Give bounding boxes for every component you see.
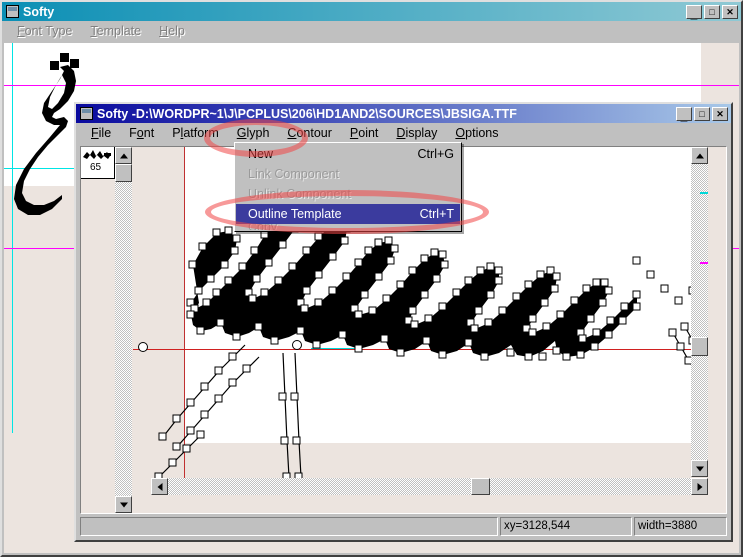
status-bar: xy=3128,544 width=3880: [80, 517, 727, 536]
minimize-button[interactable]: _: [676, 106, 692, 123]
scroll-up-button[interactable]: [691, 147, 708, 164]
menu-option-outline-template-label: Outline Template: [248, 207, 342, 221]
menu-option-new-label: New: [248, 147, 274, 161]
menu-item-options[interactable]: Options: [446, 125, 507, 141]
triangle-down-icon: [119, 502, 128, 507]
triangle-right-icon: [697, 482, 702, 491]
menu-option-new-shortcut: Ctrl+G: [417, 147, 454, 161]
minimize-button[interactable]: _: [686, 4, 702, 21]
scrollbar-thumb[interactable]: [691, 337, 708, 356]
scroll-up-button[interactable]: [115, 147, 132, 164]
menu-item-glyph[interactable]: Glyph: [228, 125, 279, 141]
scrollbar-thumb[interactable]: [115, 164, 132, 182]
guide-line-cyan-vertical: [12, 43, 13, 433]
triangle-left-icon: [157, 482, 162, 491]
close-button[interactable]: ✕: [712, 106, 728, 121]
glyph-thumbnail[interactable]: 65: [81, 147, 115, 179]
menu-item-help[interactable]: Help: [150, 23, 194, 39]
scroll-left-button[interactable]: [151, 478, 168, 495]
menu-option-copy-label: Copy: [248, 224, 277, 230]
canvas-vertical-scrollbar[interactable]: [691, 147, 708, 477]
menu-item-template[interactable]: Template: [81, 23, 150, 39]
status-message: [80, 517, 498, 536]
menu-item-point[interactable]: Point: [341, 125, 388, 141]
triangle-up-icon: [695, 153, 704, 158]
outer-window-controls: _ □ ✕: [686, 4, 738, 21]
menu-option-unlink-component[interactable]: Unlink Component: [236, 184, 460, 204]
window-icon: [6, 5, 19, 18]
menu-item-font-type[interactable]: FFont Typeont Type: [8, 23, 81, 39]
minimize-icon: _: [690, 6, 698, 21]
maximize-button[interactable]: □: [704, 4, 720, 19]
close-icon: ✕: [716, 108, 724, 119]
inner-titlebar: Softy -D:\WORDPR~1\J\PCPLUS\206\HD1AND2\…: [76, 104, 731, 123]
selected-contour-segment: [311, 348, 359, 349]
scroll-down-button[interactable]: [691, 460, 708, 477]
guide-line-baseline: [133, 349, 708, 350]
maximize-icon: □: [709, 6, 715, 17]
scrollbar-marker-cyan: [700, 192, 708, 194]
menu-option-new[interactable]: New Ctrl+G: [236, 144, 460, 164]
glyph-dropdown-menu[interactable]: New Ctrl+G Link Component Unlink Compone…: [234, 142, 462, 232]
outer-window-title: Softy: [23, 4, 55, 19]
menu-option-link-component[interactable]: Link Component: [236, 164, 460, 184]
triangle-up-icon: [119, 153, 128, 158]
menu-item-font[interactable]: Font: [120, 125, 163, 141]
scroll-right-button[interactable]: [691, 478, 708, 495]
outer-titlebar: Softy _ □ ✕: [2, 2, 741, 21]
scrollbar-marker-magenta: [700, 262, 708, 264]
menu-item-display[interactable]: Display: [387, 125, 446, 141]
menu-option-copy[interactable]: Copy: [236, 224, 460, 230]
guide-line-magenta-top: [4, 85, 739, 86]
window-icon: [80, 107, 93, 120]
maximize-button[interactable]: □: [694, 106, 710, 121]
maximize-icon: □: [699, 108, 705, 119]
minimize-icon: _: [680, 108, 688, 123]
menu-item-file[interactable]: File: [82, 125, 120, 141]
outer-window-softy: Softy _ □ ✕ FFont Typeont Type Template …: [0, 0, 743, 557]
close-button[interactable]: ✕: [722, 4, 738, 19]
inner-menubar: File Font Platform Glyph Contour Point D…: [76, 123, 731, 143]
close-icon: ✕: [726, 6, 734, 17]
triangle-down-icon: [695, 466, 704, 471]
canvas-horizontal-scrollbar[interactable]: [151, 478, 708, 495]
menu-option-outline-template-shortcut: Ctrl+T: [419, 207, 454, 221]
menu-item-contour[interactable]: Contour: [278, 125, 340, 141]
glyph-list-scrollbar[interactable]: [115, 147, 132, 513]
scroll-down-button[interactable]: [115, 496, 132, 513]
status-width: width=3880: [634, 517, 727, 536]
glyph-index-label: 65: [90, 162, 102, 173]
guide-line-origin-vertical: [184, 147, 185, 495]
menu-option-outline-template[interactable]: Outline Template Ctrl+T: [236, 204, 460, 224]
outer-menubar: FFont Typeont Type Template Help: [2, 21, 741, 41]
scrollbar-thumb[interactable]: [471, 478, 490, 495]
status-coordinates: xy=3128,544: [500, 517, 632, 536]
menu-item-platform[interactable]: Platform: [163, 125, 228, 141]
menu-option-unlink-component-label: Unlink Component: [248, 187, 351, 201]
inner-window-title: Softy -D:\WORDPR~1\J\PCPLUS\206\HD1AND2\…: [97, 106, 517, 121]
menu-option-link-component-label: Link Component: [248, 167, 340, 181]
inner-window-controls: _ □ ✕: [676, 106, 728, 123]
